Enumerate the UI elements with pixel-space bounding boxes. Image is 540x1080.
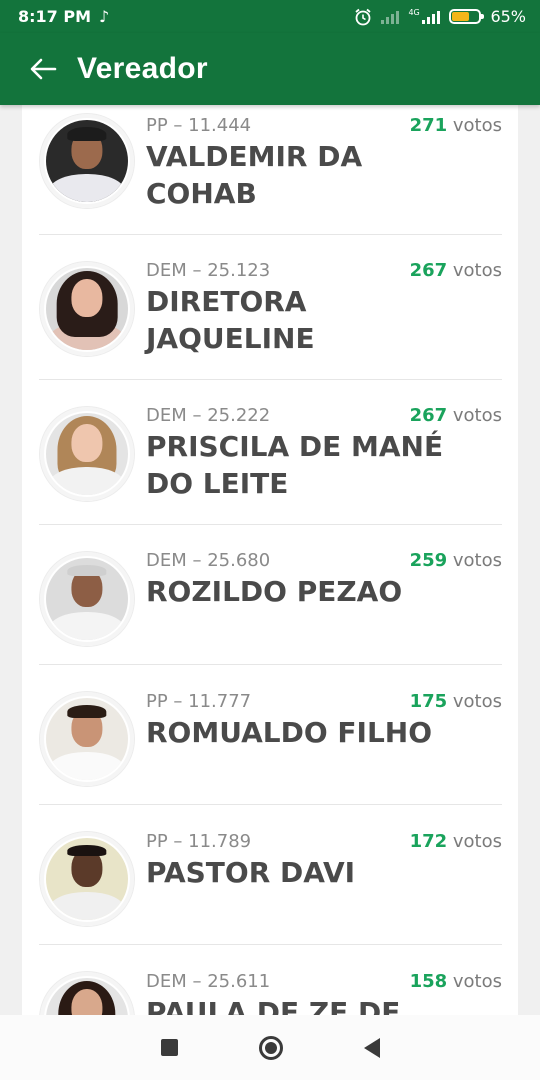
- votes-count: 259: [409, 550, 448, 571]
- candidate-party: PP – 11.444: [146, 115, 252, 136]
- candidate-avatar: [39, 113, 135, 209]
- candidate-row[interactable]: PP – 11.777 175 votos ROMUALDO FILHO: [39, 665, 502, 805]
- candidate-name: VALDEMIR DA COHAB: [146, 140, 363, 210]
- system-nav-bar: [0, 1015, 540, 1080]
- back-arrow-icon[interactable]: [26, 52, 60, 86]
- sim1-signal-icon: [381, 10, 400, 24]
- candidate-avatar: [39, 406, 135, 502]
- battery-percentage: 65%: [490, 7, 526, 26]
- page-title: Vereador: [77, 52, 208, 85]
- candidate-party: DEM – 25.611: [146, 971, 271, 992]
- candidate-avatar: [39, 971, 135, 1015]
- back-triangle-icon[interactable]: [363, 1037, 380, 1058]
- candidate-votes: 267 votos: [410, 260, 502, 281]
- votes-count: 175: [409, 691, 448, 712]
- candidate-avatar: [39, 831, 135, 927]
- candidate-avatar: [39, 691, 135, 787]
- app-bar: Vereador: [0, 33, 540, 105]
- candidate-party: DEM – 25.680: [146, 550, 271, 571]
- candidate-name: ROZILDO PEZAO: [146, 575, 403, 608]
- candidate-party: PP – 11.789: [146, 831, 252, 852]
- candidate-row[interactable]: DEM – 25.680 259 votos ROZILDO PEZAO: [39, 525, 502, 665]
- votes-count: 172: [409, 831, 448, 852]
- battery-icon: [449, 9, 485, 24]
- votes-label: votos: [452, 691, 502, 712]
- candidate-avatar: [39, 261, 135, 357]
- candidate-card: PP – 11.444 271 votos VALDEMIR DA COHAB …: [22, 105, 518, 1015]
- alarm-icon: [355, 8, 372, 25]
- candidate-party: DEM – 25.123: [146, 260, 271, 281]
- candidate-row[interactable]: PP – 11.444 271 votos VALDEMIR DA COHAB: [39, 105, 502, 235]
- candidate-avatar: [39, 551, 135, 647]
- votes-label: votos: [452, 405, 502, 426]
- candidate-party: DEM – 25.222: [146, 405, 271, 426]
- candidate-name: PAULA DE ZE DE: [146, 996, 401, 1015]
- votes-count: 267: [409, 260, 448, 281]
- votes-count: 158: [409, 971, 448, 992]
- votes-label: votos: [452, 115, 502, 136]
- status-time: 8:17 PM: [18, 7, 92, 26]
- candidate-votes: 271 votos: [410, 115, 502, 136]
- candidate-name: ROMUALDO FILHO: [146, 716, 433, 749]
- sim2-signal-icon: 4G: [408, 7, 441, 24]
- votes-label: votos: [452, 550, 502, 571]
- candidate-row[interactable]: DEM – 25.123 267 votos DIRETORA JAQUELIN…: [39, 235, 502, 380]
- votes-label: votos: [452, 971, 502, 992]
- candidate-list[interactable]: PP – 11.444 271 votos VALDEMIR DA COHAB …: [0, 105, 540, 1015]
- tiktok-notification-icon: ♪: [99, 7, 110, 26]
- home-circle-icon[interactable]: [258, 1035, 283, 1060]
- candidate-votes: 175 votos: [410, 691, 502, 712]
- candidate-row[interactable]: DEM – 25.222 267 votos PRISCILA DE MANÉ …: [39, 380, 502, 525]
- votes-count: 271: [409, 115, 448, 136]
- votes-label: votos: [452, 260, 502, 281]
- candidate-party: PP – 11.777: [146, 691, 252, 712]
- candidate-votes: 267 votos: [410, 405, 502, 426]
- candidate-name: DIRETORA JAQUELINE: [146, 285, 315, 355]
- votes-label: votos: [452, 831, 502, 852]
- votes-count: 267: [409, 405, 448, 426]
- candidate-votes: 172 votos: [410, 831, 502, 852]
- candidate-name: PASTOR DAVI: [146, 856, 356, 889]
- candidate-row[interactable]: DEM – 25.611 158 votos PAULA DE ZE DE: [39, 945, 502, 1015]
- status-bar: 8:17 PM ♪ 4G 65%: [0, 0, 540, 33]
- network-type-label: 4G: [408, 7, 420, 17]
- candidate-votes: 158 votos: [410, 971, 502, 992]
- candidate-row[interactable]: PP – 11.789 172 votos PASTOR DAVI: [39, 805, 502, 945]
- candidate-name: PRISCILA DE MANÉ DO LEITE: [146, 430, 444, 500]
- recents-square-icon[interactable]: [160, 1039, 178, 1056]
- candidate-votes: 259 votos: [410, 550, 502, 571]
